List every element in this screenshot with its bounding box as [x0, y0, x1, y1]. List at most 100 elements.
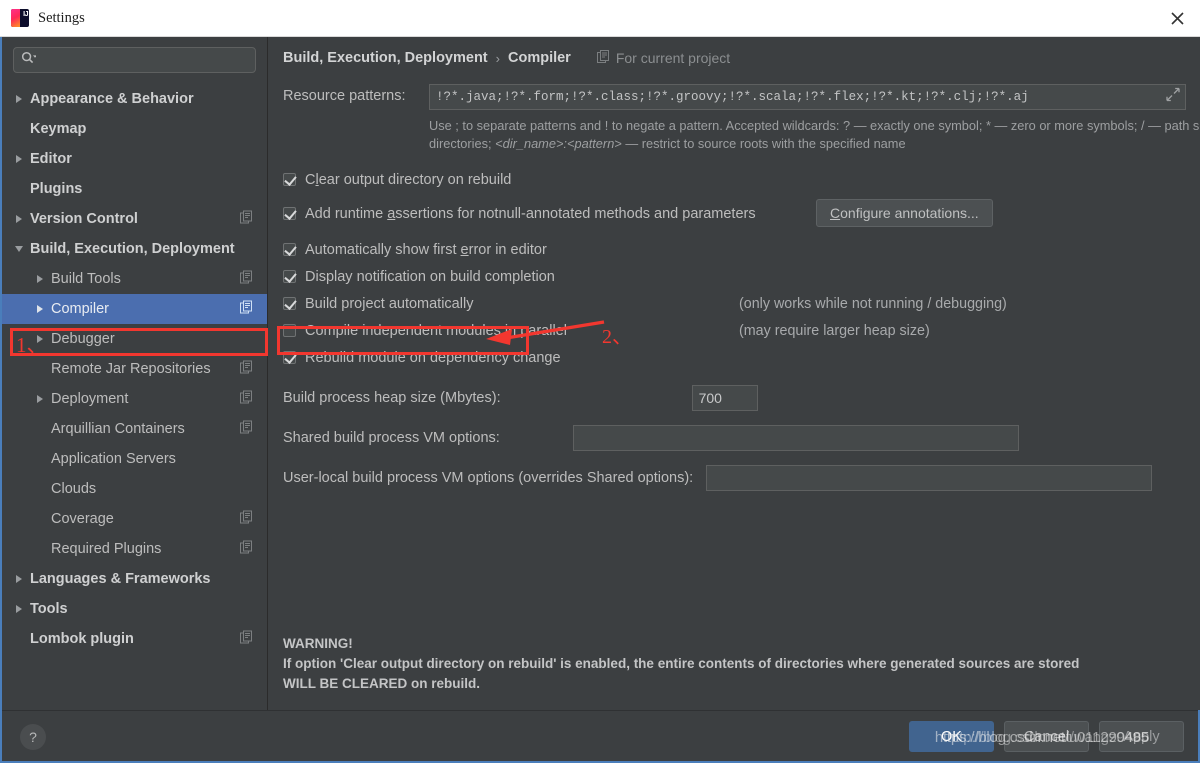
- sidebar-item-deployment[interactable]: Deployment: [2, 384, 267, 414]
- resource-patterns-value: !?*.java;!?*.form;!?*.class;!?*.groovy;!…: [436, 90, 1029, 104]
- sidebar-item-label: Clouds: [51, 481, 96, 497]
- sidebar-item-editor[interactable]: Editor: [2, 144, 267, 174]
- sidebar-item-label: Remote Jar Repositories: [51, 361, 211, 377]
- settings-tree: Appearance & Behavior KeymapEditorPlugins…: [2, 84, 267, 654]
- intellij-idea-logo-icon: [11, 9, 29, 27]
- search-icon: [21, 51, 36, 70]
- help-button[interactable]: ?: [20, 724, 46, 750]
- settings-sidebar: Appearance & Behavior KeymapEditorPlugins…: [2, 37, 268, 710]
- sidebar-item-label: Application Servers: [51, 451, 176, 467]
- resource-patterns-row: Resource patterns: !?*.java;!?*.form;!?*…: [283, 84, 1200, 110]
- sidebar-item-version-control[interactable]: Version Control: [2, 204, 267, 234]
- sidebar-item-compiler[interactable]: Compiler: [2, 294, 267, 324]
- close-icon[interactable]: [1154, 0, 1200, 36]
- chevron-right-icon[interactable]: [33, 395, 46, 403]
- userlocal-vm-options-input[interactable]: [706, 465, 1152, 491]
- search-input[interactable]: [39, 53, 248, 67]
- chevron-right-icon[interactable]: [12, 575, 25, 583]
- sidebar-item-build-tools[interactable]: Build Tools: [2, 264, 267, 294]
- sidebar-item-required-plugins[interactable]: Required Plugins: [2, 534, 267, 564]
- sidebar-item-build-execution-deployment[interactable]: Build, Execution, Deployment: [2, 234, 267, 264]
- checkbox-unchecked-icon[interactable]: [283, 324, 296, 337]
- settings-dialog: Appearance & Behavior KeymapEditorPlugins…: [0, 37, 1200, 763]
- sidebar-item-lombok-plugin[interactable]: Lombok plugin: [2, 624, 267, 654]
- checkbox-row-build-project-automatically[interactable]: Build project automatically (only works w…: [283, 290, 1200, 317]
- project-scope-icon: [240, 541, 253, 558]
- sidebar-item-coverage[interactable]: Coverage: [2, 504, 267, 534]
- checkbox-label: Compile independent modules in parallel: [305, 323, 567, 339]
- ok-button[interactable]: OK: [909, 721, 994, 752]
- warning-line-2: WILL BE CLEARED on rebuild.: [283, 674, 1183, 694]
- heap-size-row: Build process heap size (Mbytes): 700: [283, 385, 1200, 411]
- sidebar-item-remote-jar-repositories[interactable]: Remote Jar Repositories: [2, 354, 267, 384]
- apply-button[interactable]: Apply: [1099, 721, 1184, 752]
- search-box[interactable]: [13, 47, 256, 73]
- chevron-down-icon[interactable]: [12, 246, 25, 252]
- project-scope-icon: [240, 271, 253, 288]
- sidebar-item-label: Version Control: [30, 211, 138, 227]
- checkbox-label: Display notification on build completion: [305, 269, 555, 285]
- warning-line-1: If option 'Clear output directory on reb…: [283, 654, 1183, 674]
- chevron-right-icon[interactable]: [12, 155, 25, 163]
- warning-title: WARNING!: [283, 634, 1183, 654]
- chevron-right-icon[interactable]: [12, 215, 25, 223]
- checkbox-checked-icon[interactable]: [283, 351, 296, 364]
- sidebar-item-clouds[interactable]: Clouds: [2, 474, 267, 504]
- sidebar-item-label: Deployment: [51, 391, 128, 407]
- checkbox-checked-icon[interactable]: [283, 207, 296, 220]
- breadcrumb-parent[interactable]: Build, Execution, Deployment: [283, 50, 488, 66]
- checkbox-label: Rebuild module on dependency change: [305, 350, 561, 366]
- breadcrumb-current: Compiler: [508, 50, 571, 66]
- sidebar-item-debugger[interactable]: Debugger: [2, 324, 267, 354]
- sidebar-item-label: Arquillian Containers: [51, 421, 185, 437]
- checkbox-row-compile-independent-modules-in-parallel[interactable]: Compile independent modules in parallel (…: [283, 317, 1200, 344]
- sidebar-item-label: Build, Execution, Deployment: [30, 241, 235, 257]
- configure-annotations-button[interactable]: Configure annotations...: [816, 199, 993, 227]
- sidebar-item-languages-frameworks[interactable]: Languages & Frameworks: [2, 564, 267, 594]
- sidebar-item-label: Coverage: [51, 511, 114, 527]
- breadcrumb-separator: ›: [496, 51, 500, 66]
- heap-size-input[interactable]: 700: [692, 385, 758, 411]
- checkbox-row-clear-output-directory-on-rebuild[interactable]: Clear output directory on rebuild: [283, 166, 1200, 193]
- sidebar-item-label: Lombok plugin: [30, 631, 134, 647]
- chevron-right-icon[interactable]: [33, 275, 46, 283]
- sidebar-item-arquillian-containers[interactable]: Arquillian Containers: [2, 414, 267, 444]
- sidebar-item-label: Required Plugins: [51, 541, 161, 557]
- checkbox-row-rebuild-module-on-dependency-change[interactable]: Rebuild module on dependency change: [283, 344, 1200, 371]
- checkbox-label: Build project automatically: [305, 296, 473, 312]
- sidebar-item-label: Compiler: [51, 301, 109, 317]
- expand-diagonal-icon[interactable]: [1166, 88, 1180, 107]
- hint-parallel-compile: (may require larger heap size): [739, 323, 930, 339]
- cancel-button[interactable]: Cancel: [1004, 721, 1089, 752]
- sidebar-item-keymap[interactable]: Keymap: [2, 114, 267, 144]
- sidebar-item-label: Debugger: [51, 331, 115, 347]
- project-scope-icon: [240, 511, 253, 528]
- resource-patterns-input[interactable]: !?*.java;!?*.form;!?*.class;!?*.groovy;!…: [429, 84, 1186, 110]
- project-scope-icon: [240, 301, 253, 318]
- help-line-3: the specified name: [798, 136, 905, 151]
- checkbox-checked-icon[interactable]: [283, 270, 296, 283]
- sidebar-item-application-servers[interactable]: Application Servers: [2, 444, 267, 474]
- shared-vm-options-input[interactable]: [573, 425, 1019, 451]
- window-title: Settings: [38, 10, 85, 27]
- chevron-right-icon[interactable]: [33, 335, 46, 343]
- help-line-1: Use ; to separate patterns and ! to nega…: [429, 118, 1083, 133]
- sidebar-item-label: Appearance & Behavior: [30, 91, 194, 107]
- chevron-right-icon[interactable]: [12, 95, 25, 103]
- shared-vm-options-label: Shared build process VM options:: [283, 430, 500, 446]
- chevron-right-icon[interactable]: [12, 605, 25, 613]
- sidebar-item-plugins[interactable]: Plugins: [2, 174, 267, 204]
- compiler-settings-panel: Build, Execution, Deployment › Compiler …: [269, 37, 1200, 710]
- checkbox-row-add-runtime-assertions-for-notnull-annotated-met[interactable]: Add runtime assertions for notnull-annot…: [283, 200, 1200, 227]
- checkbox-checked-icon[interactable]: [283, 243, 296, 256]
- dialog-footer: ? OK Cancel Apply: [2, 710, 1198, 761]
- sidebar-item-tools[interactable]: Tools: [2, 594, 267, 624]
- checkbox-checked-icon[interactable]: [283, 297, 296, 310]
- sidebar-item-appearance-behavior[interactable]: Appearance & Behavior: [2, 84, 267, 114]
- checkbox-row-display-notification-on-build-completion[interactable]: Display notification on build completion: [283, 263, 1200, 290]
- checkbox-checked-icon[interactable]: [283, 173, 296, 186]
- project-scope-icon: [240, 391, 253, 408]
- checkbox-row-automatically-show-first-error-in-editor[interactable]: Automatically show first error in editor: [283, 236, 1200, 263]
- hint-build-automatically: (only works while not running / debuggin…: [739, 296, 1007, 312]
- chevron-right-icon[interactable]: [33, 305, 46, 313]
